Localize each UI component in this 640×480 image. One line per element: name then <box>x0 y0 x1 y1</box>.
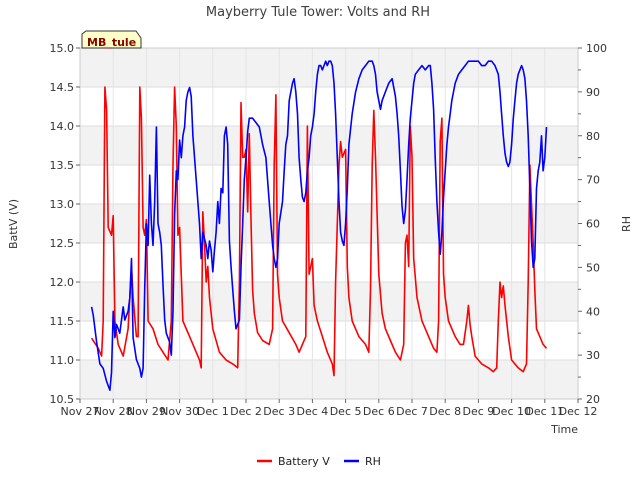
x-tick-label: Dec 12 <box>559 405 598 418</box>
legend-label-rh: RH <box>365 455 381 468</box>
x-tick-label: Dec 7 <box>396 405 428 418</box>
badge-label: MB_tule <box>87 36 136 49</box>
x-axis-label: Time <box>550 423 578 436</box>
y-tick-label-right: 60 <box>586 218 600 231</box>
x-tick-label: Nov 30 <box>160 405 199 418</box>
x-tick-label: Dec 4 <box>297 405 329 418</box>
y-tick-label-right: 30 <box>586 349 600 362</box>
y-axis-right-label: RH <box>620 216 633 232</box>
chart: 10.511.011.512.012.513.013.514.014.515.0… <box>0 0 640 480</box>
y-tick-label-left: 13.5 <box>50 159 75 172</box>
y-tick-label-left: 14.5 <box>50 81 75 94</box>
x-tick-label: Dec 8 <box>429 405 461 418</box>
x-tick-label: Dec 6 <box>363 405 395 418</box>
y-tick-label-right: 80 <box>586 130 600 143</box>
y-tick-label-left: 12.0 <box>50 276 75 289</box>
y-tick-label-left: 13.0 <box>50 198 75 211</box>
background-band <box>80 48 578 87</box>
x-tick-label: Dec 9 <box>463 405 495 418</box>
y-tick-label-right: 90 <box>586 86 600 99</box>
y-axis-left-label: BattV (V) <box>7 199 20 249</box>
y-tick-label-left: 11.5 <box>50 315 75 328</box>
background-band <box>80 360 578 399</box>
y-tick-label-right: 70 <box>586 174 600 187</box>
legend-label-battery: Battery V <box>278 455 330 468</box>
x-tick-label: Dec 1 <box>197 405 229 418</box>
station-badge: MB_tule <box>81 30 142 49</box>
y-tick-label-right: 50 <box>586 261 600 274</box>
x-tick-label: Dec 2 <box>230 405 262 418</box>
y-tick-label-left: 15.0 <box>50 42 75 55</box>
y-tick-label-right: 40 <box>586 305 600 318</box>
y-tick-label-right: 100 <box>586 42 607 55</box>
x-tick-label: Dec 5 <box>330 405 362 418</box>
y-tick-label-left: 12.5 <box>50 237 75 250</box>
y-tick-label-left: 11.0 <box>50 354 75 367</box>
x-tick-label: Dec 3 <box>263 405 295 418</box>
y-tick-label-left: 14.0 <box>50 120 75 133</box>
chart-title: Mayberry Tule Tower: Volts and RH <box>206 5 430 20</box>
